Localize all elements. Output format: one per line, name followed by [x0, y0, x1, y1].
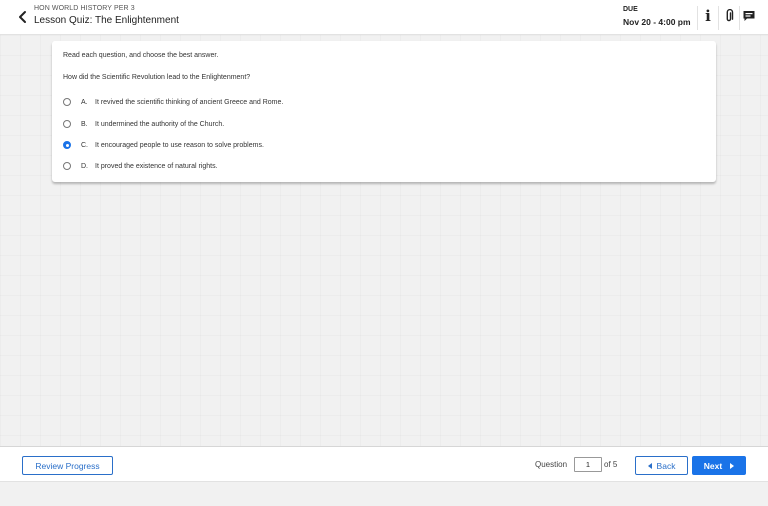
- back-chevron-icon[interactable]: [16, 10, 30, 24]
- answer-option-d[interactable]: D. It proved the existence of natural ri…: [63, 159, 463, 173]
- answer-option-a[interactable]: A. It revived the scientific thinking of…: [63, 95, 463, 109]
- option-letter: A.: [81, 98, 88, 106]
- option-text: It revived the scientific thinking of an…: [95, 98, 284, 106]
- comment-icon[interactable]: [741, 7, 757, 25]
- header-divider: [718, 6, 719, 30]
- review-progress-button[interactable]: Review Progress: [22, 456, 113, 475]
- question-label: Question: [535, 460, 568, 469]
- radio-button[interactable]: [63, 162, 71, 170]
- attachment-icon[interactable]: [721, 7, 737, 25]
- back-button[interactable]: Back: [635, 456, 688, 475]
- question-number-input[interactable]: [574, 457, 602, 472]
- header-divider: [697, 6, 698, 30]
- page-title: Lesson Quiz: The Enlightenment: [34, 15, 179, 26]
- caret-left-icon: [647, 462, 652, 469]
- instructions: Read each question, and choose the best …: [63, 52, 219, 59]
- next-button[interactable]: Next: [692, 456, 746, 475]
- option-letter: C.: [81, 141, 88, 149]
- answer-option-b[interactable]: B. It undermined the authority of the Ch…: [63, 117, 463, 131]
- question-text: How did the Scientific Revolution lead t…: [63, 74, 251, 81]
- bottom-strip: [0, 482, 768, 506]
- option-text: It proved the existence of natural right…: [95, 162, 218, 170]
- option-letter: D.: [81, 162, 88, 170]
- radio-button-selected[interactable]: [63, 141, 71, 149]
- top-header: HON WORLD HISTORY PER 3 Lesson Quiz: The…: [0, 0, 768, 35]
- next-label: Next: [703, 460, 723, 471]
- option-letter: B.: [81, 120, 88, 128]
- header-divider: [739, 6, 740, 30]
- due-date: Nov 20 - 4:00 pm: [623, 17, 691, 27]
- question-card: Read each question, and choose the best …: [52, 41, 716, 182]
- question-total: of 5: [604, 460, 618, 469]
- caret-right-icon: [730, 462, 735, 469]
- radio-button[interactable]: [63, 120, 71, 128]
- course-name: HON WORLD HISTORY PER 3: [34, 5, 135, 12]
- back-label: Back: [656, 460, 676, 471]
- option-text: It encouraged people to use reason to so…: [95, 141, 264, 149]
- quiz-area: Read each question, and choose the best …: [0, 35, 768, 446]
- footer-bar: Review Progress Question of 5 Back Next: [0, 446, 768, 482]
- info-icon[interactable]: i: [700, 7, 716, 25]
- due-label: DUE: [623, 6, 638, 13]
- option-text: It undermined the authority of the Churc…: [95, 120, 225, 128]
- answer-option-c[interactable]: C. It encouraged people to use reason to…: [63, 138, 463, 152]
- radio-button[interactable]: [63, 98, 71, 106]
